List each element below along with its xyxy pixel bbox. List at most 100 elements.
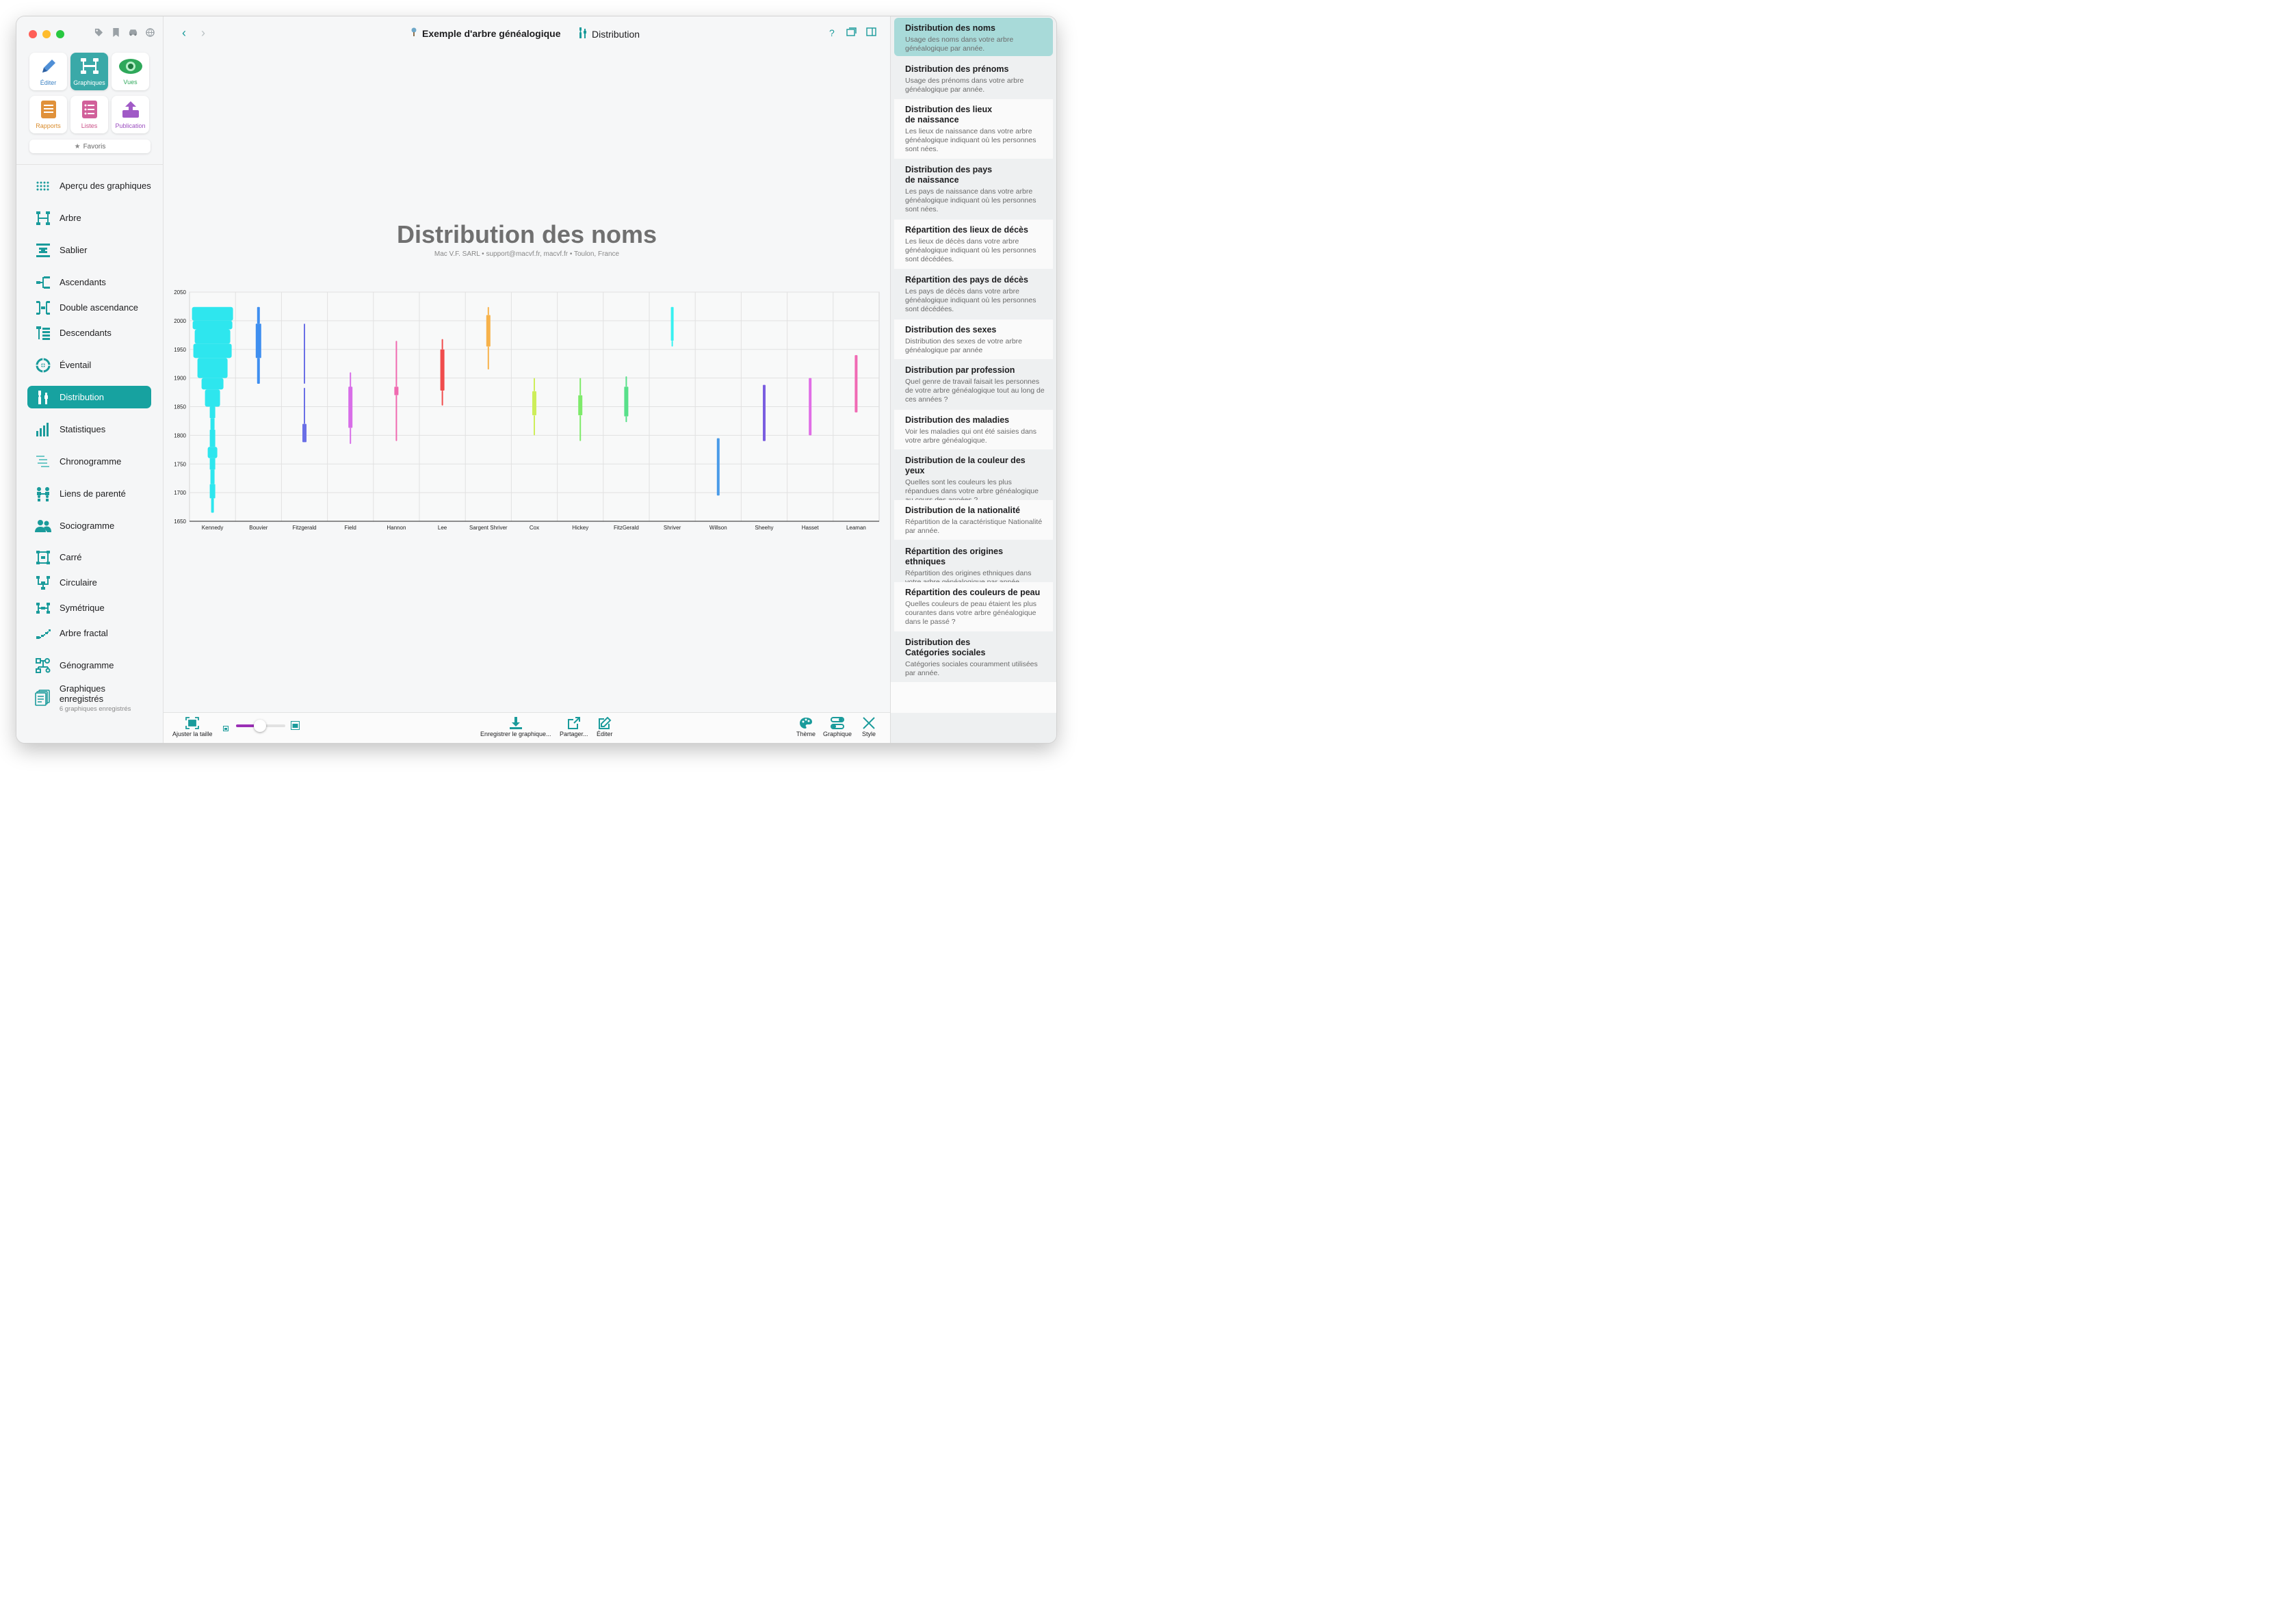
distribution-chart[interactable]: 1650 1700 1750 1800 1850 1900 1950 2000 2050 Kenn… [164, 283, 890, 536]
nav-item-label: Graphiques enregistrés [59, 683, 106, 704]
tree-doc-icon [410, 27, 418, 39]
violin-segment-hannon [395, 395, 397, 441]
chart-settings-button[interactable]: Graphique [823, 716, 852, 737]
zoom-window-button[interactable] [56, 30, 64, 38]
theme-button[interactable]: Thème [796, 716, 816, 737]
help-button[interactable]: ? [829, 27, 835, 38]
report-icon [40, 100, 57, 120]
chart-type-sexes[interactable]: Distribution des sexes Distribution des … [894, 319, 1053, 359]
item-description: Les pays de naissance dans votre arbre g… [905, 187, 1036, 213]
item-description: Quel genre de travail faisait les person… [905, 378, 1045, 404]
chart-type-death-countries[interactable]: Répartition des pays de décès Les pays d… [894, 270, 1053, 319]
nav-item-symmetric[interactable]: Symétrique [27, 597, 151, 619]
style-button[interactable]: Style [862, 716, 876, 737]
violin-segment-fitzgerald [304, 387, 305, 424]
save-chart-button[interactable]: Enregistrer le graphique... [480, 716, 551, 737]
bottom-toolbar: Ajuster la taille Enregistrer le graphiq… [164, 712, 890, 743]
nav-item-label: Statistiques [60, 424, 106, 434]
item-title: Distribution de la couleur des yeux [905, 456, 1026, 475]
tool-charts-button[interactable]: Graphiques [70, 53, 108, 90]
nav-item-label: Aperçu des graphiques [60, 181, 151, 191]
x-tick-label: Willson [709, 525, 727, 531]
violin-segment-kennedy [211, 498, 214, 513]
tool-grid: Éditer Graphiques Vues Rapports Listes P… [29, 53, 149, 133]
violin-segment-kennedy [209, 406, 216, 419]
fractal-tree-icon [34, 625, 51, 642]
globe-icon[interactable] [144, 27, 155, 38]
x-tick-label: Sargent Shriver [469, 525, 508, 531]
tool-lists-button[interactable]: Listes [70, 96, 108, 133]
edit-button[interactable]: Éditer [597, 716, 613, 737]
nav-item-fan[interactable]: Éventail [27, 354, 151, 376]
item-title: Répartition des pays de décès [905, 275, 1028, 285]
sidebar-divider [16, 164, 164, 165]
nav-item-ancestors[interactable]: Ascendants [27, 271, 151, 293]
car-icon[interactable] [127, 27, 138, 38]
tag-icon[interactable] [93, 27, 104, 38]
fit-size-icon [185, 716, 200, 731]
fit-size-button[interactable]: Ajuster la taille [172, 716, 213, 737]
y-tick-label: 1900 [174, 376, 186, 382]
sidebar-toggle-button[interactable] [866, 27, 876, 38]
nav-item-relationship[interactable]: Liens de parenté [27, 482, 151, 505]
minimize-window-button[interactable] [42, 30, 51, 38]
nav-item-timeline[interactable]: Chronogramme [27, 450, 151, 473]
nav-item-square[interactable]: Carré [27, 546, 151, 568]
chart-type-birth-places[interactable]: Distribution des lieux de naissance Les … [894, 99, 1053, 159]
violin-segment-leaman [855, 355, 858, 412]
tool-views-button[interactable]: Vues [112, 53, 149, 90]
chevron-left-icon: ‹ [182, 26, 186, 40]
zoom-slider[interactable] [236, 720, 285, 732]
sidebar-toolbar [93, 27, 155, 38]
chart-type-eye-color[interactable]: Distribution de la couleur des yeux Quel… [894, 450, 1053, 504]
nav-item-distribution[interactable]: Distribution [27, 386, 151, 408]
nav-item-tree[interactable]: Arbre [27, 207, 151, 229]
violin-segment-hickey [579, 415, 582, 441]
share-button[interactable]: Partager... [560, 716, 588, 737]
chart-type-birth-countries[interactable]: Distribution des pays de naissance Les p… [894, 159, 1053, 219]
tool-reports-button[interactable]: Rapports [29, 96, 67, 133]
item-description: Répartition de la caractéristique Nation… [905, 518, 1043, 535]
nav-item-label: Liens de parenté [60, 488, 126, 499]
violin-segment-sheehy [763, 384, 766, 441]
nav-item-fractal-tree[interactable]: Arbre fractal [27, 622, 151, 644]
chart-type-names[interactable]: Distribution des noms Usage des noms dan… [894, 18, 1053, 56]
tool-publish-button[interactable]: Publication [112, 96, 149, 133]
violin-segment-kennedy [209, 484, 216, 499]
window-layout-button[interactable] [846, 27, 857, 38]
tool-edit-button[interactable]: Éditer [29, 53, 67, 90]
y-tick-label: 1650 [174, 519, 186, 525]
chart-type-ethnic-origins[interactable]: Répartition des origines ethniques Répar… [894, 541, 1053, 586]
chart-type-profession[interactable]: Distribution par profession Quel genre d… [894, 360, 1053, 409]
chart-type-skin-color[interactable]: Répartition des couleurs de peau Quelles… [894, 582, 1053, 631]
violin-segment-fitzgerald [304, 324, 305, 384]
ancestors-icon [34, 274, 51, 291]
violin-segment-fitzgerald [625, 376, 627, 387]
back-button[interactable]: ‹ [182, 26, 186, 40]
chart-type-diseases[interactable]: Distribution des maladies Voir les malad… [894, 410, 1053, 449]
chart-type-nationality[interactable]: Distribution de la nationalité Répartiti… [894, 500, 1053, 540]
zoom-slider-thumb[interactable] [253, 720, 266, 732]
item-title: Distribution des Catégories sociales [905, 638, 986, 657]
nav-item-double-ancestry[interactable]: Double ascendance [27, 296, 151, 319]
nav-item-circular[interactable]: Circulaire [27, 571, 151, 594]
nav-item-saved-charts[interactable]: Graphiques enregistrés 6 graphiques enre… [27, 683, 151, 713]
bookmark-icon[interactable] [110, 27, 121, 38]
nav-item-sociogram[interactable]: Sociogramme [27, 514, 151, 537]
y-tick-label: 1750 [174, 461, 186, 467]
nav-item-label: Distribution [60, 392, 105, 402]
nav-item-descendants[interactable]: Descendants [27, 322, 151, 344]
favorites-button[interactable]: ★ Favoris [29, 140, 151, 153]
x-tick-label: Fitzgerald [292, 525, 316, 531]
nav-item-hourglass[interactable]: Sablier [27, 239, 151, 261]
chart-type-social-categories[interactable]: Distribution des Catégories sociales Cat… [894, 632, 1053, 681]
nav-item-statistics[interactable]: Statistiques [27, 418, 151, 441]
chart-type-death-places[interactable]: Répartition des lieux de décès Les lieux… [894, 220, 1053, 269]
forward-button[interactable]: › [201, 26, 205, 40]
tool-reports-label: Rapports [36, 122, 61, 129]
nav-item-genogram[interactable]: Génogramme [27, 654, 151, 677]
chart-type-first-names[interactable]: Distribution des prénoms Usage des préno… [894, 59, 1053, 99]
close-window-button[interactable] [29, 30, 37, 38]
violin-segment-hannon [394, 387, 399, 395]
nav-item-overview[interactable]: Aperçu des graphiques [27, 174, 151, 197]
